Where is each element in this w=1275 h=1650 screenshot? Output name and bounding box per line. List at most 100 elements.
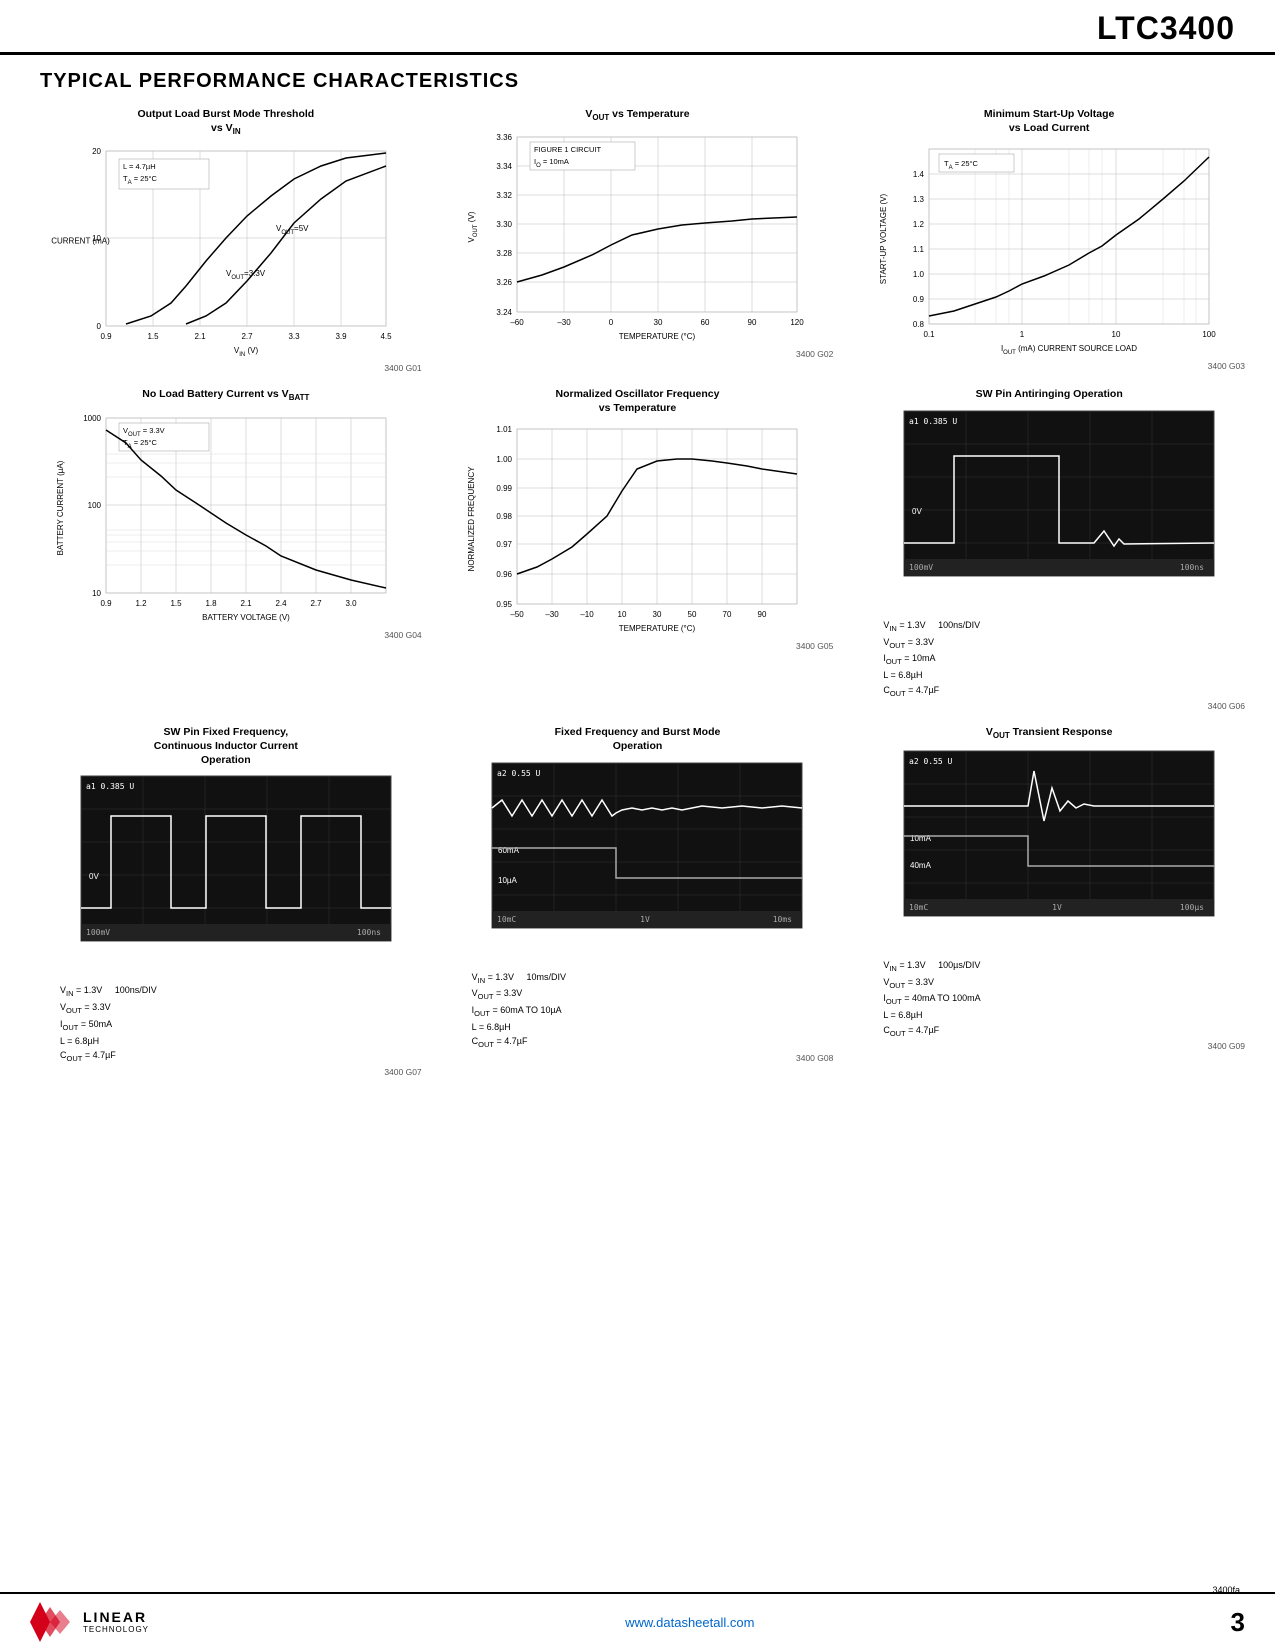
header: LTC3400 [0,0,1275,55]
svg-text:–30: –30 [546,610,560,619]
footer-website[interactable]: www.datasheetall.com [625,1615,754,1630]
svg-text:30: 30 [653,610,662,619]
chart-5-title: Normalized Oscillator Frequencyvs Temper… [556,388,720,415]
svg-text:0: 0 [96,322,101,331]
svg-text:1V/DIV: 1V/DIV [54,831,77,838]
chart-8-id: 3400 G08 [796,1053,833,1063]
svg-text:2.4: 2.4 [275,599,287,608]
chart-5-id: 3400 G05 [796,641,833,651]
svg-text:–10: –10 [581,610,595,619]
svg-text:1.2: 1.2 [913,220,925,229]
svg-text:100: 100 [1202,330,1216,339]
chart-5-svg: –50 –30 –10 10 30 50 70 90 0.95 0.96 0.9… [462,419,812,639]
chart-vout-temp: VOUT vs Temperature [437,108,839,373]
chart-3-title: Minimum Start-Up Voltagevs Load Current [984,108,1114,135]
svg-text:1.3: 1.3 [913,195,925,204]
chart-1-svg: 0.9 1.5 2.1 2.7 3.3 3.9 4.5 0 10 20 OUTP… [51,141,401,361]
chart-6-title: SW Pin Antiringing Operation [976,388,1123,402]
svg-text:100ns: 100ns [1180,563,1204,572]
svg-text:2.7: 2.7 [310,599,322,608]
svg-text:30: 30 [654,318,663,327]
svg-text:1.1: 1.1 [913,245,925,254]
chart-8-svg: a2 0.55 U VOUT(AC) 100mV/DIV [462,758,812,968]
chart-startup-voltage: Minimum Start-Up Voltagevs Load Current [848,108,1250,373]
chart-9-id: 3400 G09 [1208,1041,1245,1051]
svg-text:BATTERY CURRENT (µA): BATTERY CURRENT (µA) [56,460,65,555]
svg-text:1.5: 1.5 [147,332,159,341]
svg-text:4.5: 4.5 [380,332,392,341]
chart-output-load: Output Load Burst Mode Thresholdvs VIN [25,108,427,373]
svg-text:VOUT(AC): VOUT(AC) [877,781,903,791]
svg-text:1.8: 1.8 [205,599,217,608]
chart-7-id: 3400 G07 [384,1067,421,1077]
svg-text:IOUT (mA) CURRENT SOURCE LOAD: IOUT (mA) CURRENT SOURCE LOAD [1001,344,1137,356]
svg-text:1.0: 1.0 [913,270,925,279]
svg-text:VOUT(AC): VOUT(AC) [465,793,491,803]
svg-text:FIGURE 1 CIRCUIT: FIGURE 1 CIRCUIT [534,145,602,154]
page: LTC3400 Typical Performance Characterist… [0,0,1275,1650]
chart-osc-freq: Normalized Oscillator Frequencyvs Temper… [437,388,839,711]
svg-text:90: 90 [748,318,757,327]
svg-text:IOUT: IOUT [890,849,903,859]
chart-2-title: VOUT vs Temperature [585,108,689,123]
svg-text:3.0: 3.0 [345,599,357,608]
svg-text:OUTPUT CURRENT (mA): OUTPUT CURRENT (mA) [51,237,110,246]
svg-text:60: 60 [701,318,710,327]
svg-text:–50: –50 [511,610,525,619]
chip-title: LTC3400 [1097,10,1235,47]
svg-text:a2 0.55 U: a2 0.55 U [497,769,541,778]
page-number: 3 [1231,1607,1245,1638]
svg-text:1.5: 1.5 [170,599,182,608]
svg-text:1.2: 1.2 [135,599,147,608]
chart-9-svg: a2 0.55 U VOUT(AC) 100mV/DIV IOUT [874,746,1224,956]
svg-text:VOUT (V): VOUT (V) [467,212,479,243]
chart-no-load-battery: No Load Battery Current vs VBATT [25,388,427,711]
svg-text:1V: 1V [1052,903,1062,912]
chart-sw-antiringing: SW Pin Antiringing Operation a1 0.385 U [848,388,1250,711]
svg-text:2.7: 2.7 [241,332,253,341]
svg-text:120: 120 [791,318,805,327]
svg-text:3.26: 3.26 [497,278,513,287]
svg-text:3.28: 3.28 [497,249,513,258]
svg-text:3.34: 3.34 [497,162,513,171]
svg-text:10µA: 10µA [498,876,518,885]
svg-text:TEMPERATURE (°C): TEMPERATURE (°C) [619,332,696,341]
svg-text:a2 0.55 U: a2 0.55 U [909,757,953,766]
svg-text:100mV: 100mV [86,928,110,937]
svg-text:0.99: 0.99 [497,484,513,493]
chart-2-svg: –60 –30 0 30 60 90 120 3.24 3.26 3.28 3.… [462,127,812,347]
linear-logo-icon [30,1602,75,1642]
svg-text:10: 10 [1112,330,1121,339]
svg-text:0.9: 0.9 [100,332,112,341]
svg-text:–30: –30 [558,318,572,327]
svg-text:a1 0.385 U: a1 0.385 U [909,417,957,426]
svg-text:90: 90 [758,610,767,619]
svg-text:20: 20 [92,147,101,156]
chart-2-id: 3400 G02 [796,349,833,359]
svg-text:TEMPERATURE (°C): TEMPERATURE (°C) [619,624,696,633]
svg-text:–60: –60 [511,318,525,327]
chart-4-id: 3400 G04 [384,630,421,640]
svg-text:BATTERY VOLTAGE (V): BATTERY VOLTAGE (V) [202,613,290,622]
svg-text:100ns: 100ns [357,928,381,937]
chart-1-title: Output Load Burst Mode Thresholdvs VIN [137,108,314,137]
svg-text:0.9: 0.9 [100,599,112,608]
svg-text:a1 0.385 U: a1 0.385 U [86,782,134,791]
chart-1-id: 3400 G01 [384,363,421,373]
svg-text:100mV/DIV: 100mV/DIV [874,792,902,798]
svg-text:START-UP VOLTAGE (V): START-UP VOLTAGE (V) [879,194,888,285]
chart-vout-transient: VOUT Transient Response a2 0.55 U [848,726,1250,1077]
svg-text:VIN (V): VIN (V) [234,346,259,358]
svg-text:0: 0 [609,318,614,327]
svg-text:3.30: 3.30 [497,220,513,229]
svg-text:3.24: 3.24 [497,308,513,317]
svg-text:VSW: VSW [884,454,899,466]
svg-text:0.96: 0.96 [497,570,513,579]
svg-text:1.4: 1.4 [913,170,925,179]
svg-text:2.1: 2.1 [240,599,252,608]
chart-3-id: 3400 G03 [1208,361,1245,371]
svg-text:0.95: 0.95 [497,600,513,609]
chart-7-title: SW Pin Fixed Frequency,Continuous Induct… [154,726,298,767]
svg-text:1V/DIV: 1V/DIV [877,466,900,473]
footer-logo-text: LINEAR [83,1610,149,1625]
